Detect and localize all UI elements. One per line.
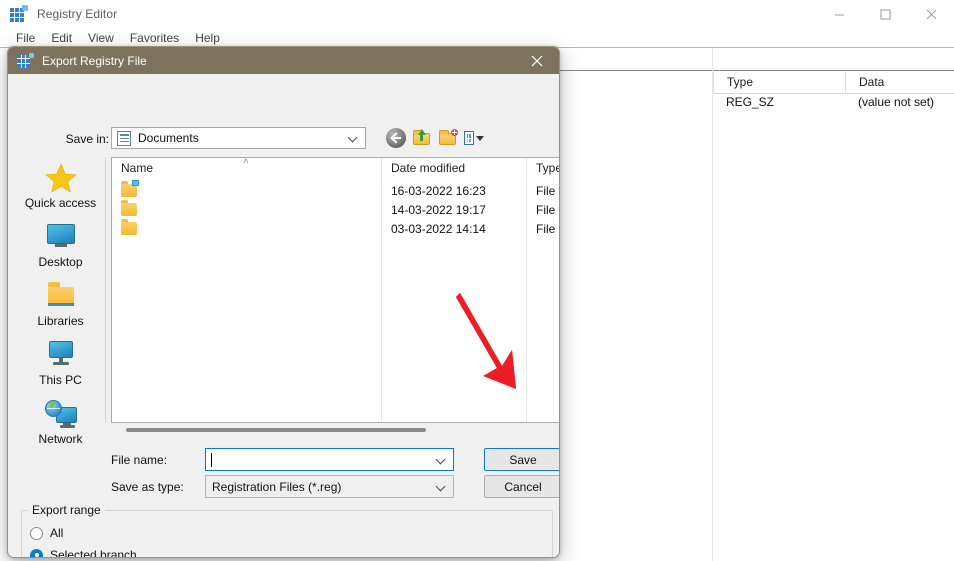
radio-all[interactable]: All bbox=[30, 526, 63, 540]
save-in-label: Save in: bbox=[65, 132, 109, 146]
close-icon[interactable] bbox=[908, 0, 954, 28]
file-type-cell: File fo bbox=[536, 202, 559, 217]
menu-item-file[interactable]: File bbox=[8, 29, 43, 47]
menu-item-help[interactable]: Help bbox=[187, 29, 228, 47]
sidebar-item-label: Desktop bbox=[38, 255, 83, 269]
radio-all-label: All bbox=[50, 526, 64, 540]
file-name-input[interactable] bbox=[205, 448, 454, 471]
menu-item-view[interactable]: View bbox=[80, 29, 122, 47]
radio-button-icon[interactable] bbox=[30, 526, 43, 540]
sidebar-item-label: Network bbox=[38, 432, 83, 446]
date-modified-cell: 03-03-2022 14:14 bbox=[391, 221, 486, 236]
file-list[interactable]: Name ˄ Date modified Type 16-03-2022 16:… bbox=[111, 157, 559, 423]
save-as-type-label: Save as type: bbox=[111, 480, 184, 494]
new-folder-icon[interactable] bbox=[438, 128, 458, 148]
back-icon[interactable] bbox=[386, 128, 406, 148]
column-header-name[interactable]: Name ˄ bbox=[112, 158, 382, 180]
sidebar-item-this-pc[interactable]: This PC bbox=[15, 334, 106, 393]
screen: Registry Editor File Edit View Favorites… bbox=[0, 0, 954, 561]
dialog-title: Export Registry File bbox=[42, 53, 147, 68]
chevron-down-icon[interactable] bbox=[437, 482, 446, 491]
network-icon bbox=[44, 399, 78, 429]
documents-folder-icon bbox=[117, 130, 131, 146]
file-name-cell bbox=[112, 219, 382, 235]
file-list-header: Name ˄ Date modified Type bbox=[112, 158, 559, 180]
sidebar-item-libraries[interactable]: Libraries bbox=[15, 275, 106, 334]
sidebar-item-label: Libraries bbox=[37, 314, 84, 328]
radio-button-checked-icon[interactable] bbox=[30, 548, 43, 557]
table-row[interactable]: REG_SZ (value not set) bbox=[713, 95, 954, 115]
registry-editor-icon bbox=[17, 52, 34, 69]
value-list-header: Type Data bbox=[713, 72, 954, 94]
value-pane-top-divider bbox=[560, 70, 954, 71]
sidebar-item-quick-access[interactable]: Quick access bbox=[15, 157, 106, 216]
chevron-down-icon[interactable] bbox=[349, 133, 358, 145]
sidebar-item-label: Quick access bbox=[24, 196, 97, 210]
file-type-cell: File fo bbox=[536, 221, 559, 236]
sidebar-item-network[interactable]: Network bbox=[15, 393, 106, 452]
up-one-level-icon[interactable] bbox=[412, 128, 432, 148]
radio-selected-branch[interactable]: Selected branch bbox=[30, 548, 137, 558]
chevron-down-icon[interactable] bbox=[476, 135, 484, 141]
dialog-toolbar bbox=[386, 127, 484, 149]
window-title: Registry Editor bbox=[37, 7, 118, 21]
minimize-icon[interactable] bbox=[816, 0, 862, 28]
monitor-icon bbox=[44, 222, 78, 252]
column-header-type[interactable]: Type bbox=[527, 158, 559, 180]
menubar: File Edit View Favorites Help bbox=[0, 28, 954, 47]
close-icon[interactable] bbox=[515, 47, 559, 74]
column-header-data[interactable]: Data bbox=[845, 72, 954, 93]
window-controls bbox=[816, 0, 954, 28]
sidebar-item-label: This PC bbox=[39, 373, 82, 387]
column-header-date-modified[interactable]: Date modified bbox=[382, 158, 527, 180]
sidebar-item-desktop[interactable]: Desktop bbox=[15, 216, 106, 275]
dialog-titlebar: Export Registry File bbox=[8, 47, 559, 74]
folder-sync-icon bbox=[121, 180, 139, 197]
chevron-down-icon[interactable] bbox=[437, 455, 446, 464]
registry-editor-titlebar: Registry Editor bbox=[0, 0, 954, 28]
export-registry-file-dialog: Export Registry File Save in: Documents bbox=[7, 46, 560, 558]
folder-icon bbox=[121, 219, 137, 235]
cancel-button[interactable]: Cancel bbox=[484, 475, 559, 498]
text-cursor bbox=[211, 452, 212, 467]
list-item[interactable]: 14-03-2022 19:17 File fo bbox=[112, 200, 559, 219]
file-name-label: File name: bbox=[111, 453, 168, 467]
file-list-rows: 16-03-2022 16:23 File fo 14-03-2022 19:1… bbox=[112, 180, 559, 238]
save-in-combobox[interactable]: Documents bbox=[111, 127, 366, 149]
scrollbar-thumb[interactable] bbox=[126, 428, 426, 432]
maximize-icon[interactable] bbox=[862, 0, 908, 28]
folder-icon bbox=[121, 200, 137, 216]
horizontal-scrollbar[interactable] bbox=[111, 424, 559, 439]
save-as-type-combobox[interactable]: Registration Files (*.reg) bbox=[205, 475, 454, 498]
registry-editor-icon bbox=[9, 5, 28, 23]
file-type-cell: File fo bbox=[536, 183, 559, 198]
cell-data: (value not set) bbox=[858, 95, 935, 109]
star-icon bbox=[44, 163, 78, 193]
pane-splitter[interactable] bbox=[712, 48, 713, 561]
radio-selected-branch-label: Selected branch bbox=[50, 548, 137, 558]
column-header-type[interactable]: Type bbox=[713, 72, 845, 93]
list-item[interactable]: 03-03-2022 14:14 File fo bbox=[112, 219, 559, 238]
save-in-value: Documents bbox=[138, 131, 199, 145]
export-range-legend: Export range bbox=[28, 503, 105, 517]
menu-item-edit[interactable]: Edit bbox=[43, 29, 80, 47]
views-icon[interactable] bbox=[464, 128, 484, 148]
list-item[interactable]: 16-03-2022 16:23 File fo bbox=[112, 180, 559, 200]
sort-ascending-icon: ˄ bbox=[243, 157, 249, 166]
save-as-type-value: Registration Files (*.reg) bbox=[212, 479, 342, 494]
date-modified-cell: 16-03-2022 16:23 bbox=[391, 183, 486, 198]
computer-icon bbox=[44, 340, 78, 370]
save-button[interactable]: Save bbox=[484, 448, 559, 471]
menu-item-favorites[interactable]: Favorites bbox=[122, 29, 187, 47]
places-bar: Quick access Desktop Libraries This PC N… bbox=[15, 157, 106, 446]
file-name-cell bbox=[112, 200, 382, 216]
date-modified-cell: 14-03-2022 19:17 bbox=[391, 202, 486, 217]
cell-type: REG_SZ bbox=[726, 95, 775, 109]
column-header-name-label: Name bbox=[121, 161, 154, 175]
folder-icon bbox=[44, 281, 78, 311]
file-name-cell bbox=[112, 180, 382, 197]
